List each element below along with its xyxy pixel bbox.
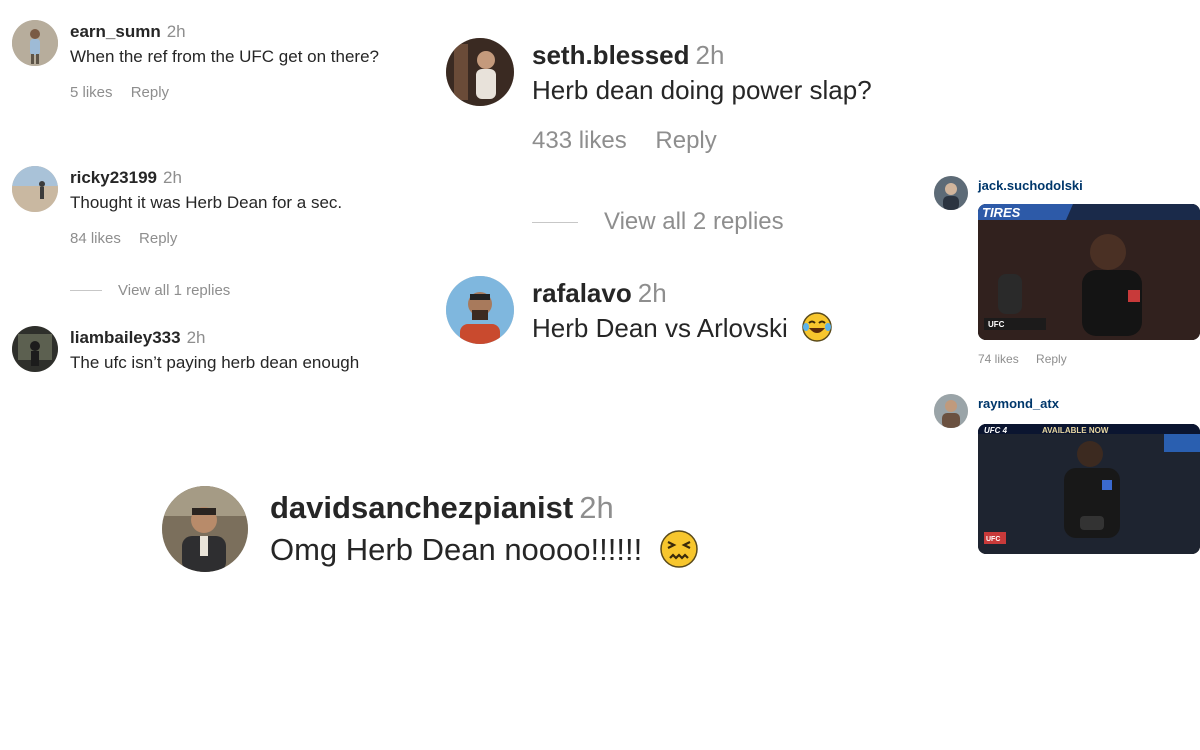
comment-rafalavo: rafalavo 2h Herb Dean vs Arlovski — [446, 276, 946, 366]
like-count[interactable]: 74 likes — [978, 352, 1019, 366]
comment-text-body: Herb Dean vs Arlovski — [532, 313, 788, 343]
gif-attachment[interactable]: TIRES UFC — [978, 204, 1200, 340]
gif-attachment[interactable]: UFC 4 AVAILABLE NOW UFC — [978, 424, 1200, 554]
comment-seth-blessed: seth.blessed 2h Herb dean doing power sla… — [446, 38, 946, 178]
avatar[interactable] — [162, 486, 248, 572]
like-count[interactable]: 5 likes — [70, 84, 113, 101]
avatar[interactable] — [446, 276, 514, 344]
like-count[interactable]: 84 likes — [70, 230, 121, 247]
gif-banner-right-text: AVAILABLE NOW — [1042, 426, 1109, 435]
timestamp: 2h — [162, 168, 182, 187]
username[interactable]: liambailey333 — [70, 328, 181, 347]
avatar[interactable] — [934, 394, 968, 428]
gif-badge-text: UFC — [986, 536, 1000, 543]
gif-banner-left-text: UFC 4 — [984, 426, 1008, 435]
gif-badge-text: UFC — [988, 320, 1005, 329]
reply-button[interactable]: Reply — [655, 127, 716, 154]
username[interactable]: seth.blessed — [532, 40, 690, 70]
reply-button[interactable]: Reply — [1036, 352, 1067, 366]
comment-earn-sumn: earn_sumn 2h When the ref from the UFC ge… — [12, 18, 412, 138]
reply-button[interactable]: Reply — [139, 230, 177, 247]
timestamp: 2h — [579, 490, 614, 525]
avatar[interactable] — [12, 20, 58, 66]
comment-text: Herb dean doing power slap? — [532, 75, 872, 105]
gif-banner-text: TIRES — [982, 205, 1021, 220]
comment-jack-suchodolski: jack.suchodolski TIRES UFC 74 likes Repl… — [934, 174, 1200, 374]
referee-gif-image: UFC 4 AVAILABLE NOW UFC — [978, 424, 1200, 554]
comment-meta: 5 likes Reply — [70, 84, 410, 101]
avatar[interactable] — [934, 176, 968, 210]
username[interactable]: jack.suchodolski — [978, 178, 1083, 193]
reply-button[interactable]: Reply — [131, 84, 169, 101]
comment-text: Omg Herb Dean noooo!!!!!! — [270, 526, 840, 574]
comment-meta: 433 likes Reply — [532, 127, 942, 155]
view-replies-button[interactable]: View all 1 replies — [70, 282, 230, 299]
view-replies-label: View all 1 replies — [118, 282, 231, 299]
comment-davidsanchezpianist: davidsanchezpianist 2h Omg Herb Dean nooo… — [162, 486, 842, 586]
view-replies-button[interactable]: View all 2 replies — [532, 208, 784, 236]
comment-meta: 74 likes Reply — [978, 352, 1081, 366]
username[interactable]: earn_sumn — [70, 22, 161, 41]
comment-liambailey333: liambailey333 2h The ufc isn’t paying her… — [12, 324, 412, 414]
username[interactable]: ricky23199 — [70, 168, 157, 187]
username[interactable]: davidsanchezpianist — [270, 490, 573, 525]
avatar[interactable] — [12, 326, 58, 372]
timestamp: 2h — [695, 40, 725, 70]
username[interactable]: rafalavo — [532, 278, 632, 308]
divider-line — [70, 290, 102, 291]
comment-text: The ufc isn’t paying herb dean enough — [70, 353, 360, 372]
timestamp: 2h — [637, 278, 667, 308]
timestamp: 2h — [166, 22, 186, 41]
avatar[interactable] — [446, 38, 514, 106]
timestamp: 2h — [186, 328, 206, 347]
confounded-face-emoji — [659, 529, 699, 569]
like-count[interactable]: 433 likes — [532, 127, 627, 154]
avatar[interactable] — [12, 166, 58, 212]
comment-meta: 84 likes Reply — [70, 230, 430, 247]
divider-line — [532, 221, 578, 223]
laughing-tears-emoji — [801, 311, 833, 343]
comment-text: When the ref from the UFC get on there? — [70, 47, 379, 66]
comment-text: Thought it was Herb Dean for a sec. — [70, 193, 343, 212]
referee-gif-image: TIRES UFC — [978, 204, 1200, 340]
comment-text-body: Omg Herb Dean noooo!!!!!! — [270, 532, 643, 567]
comment-raymond-atx: raymond_atx UFC 4 AVAILABLE NOW UFC — [934, 394, 1200, 556]
username[interactable]: raymond_atx — [978, 396, 1059, 411]
view-replies-label: View all 2 replies — [604, 208, 784, 235]
comment-text: Herb Dean vs Arlovski — [532, 309, 942, 347]
